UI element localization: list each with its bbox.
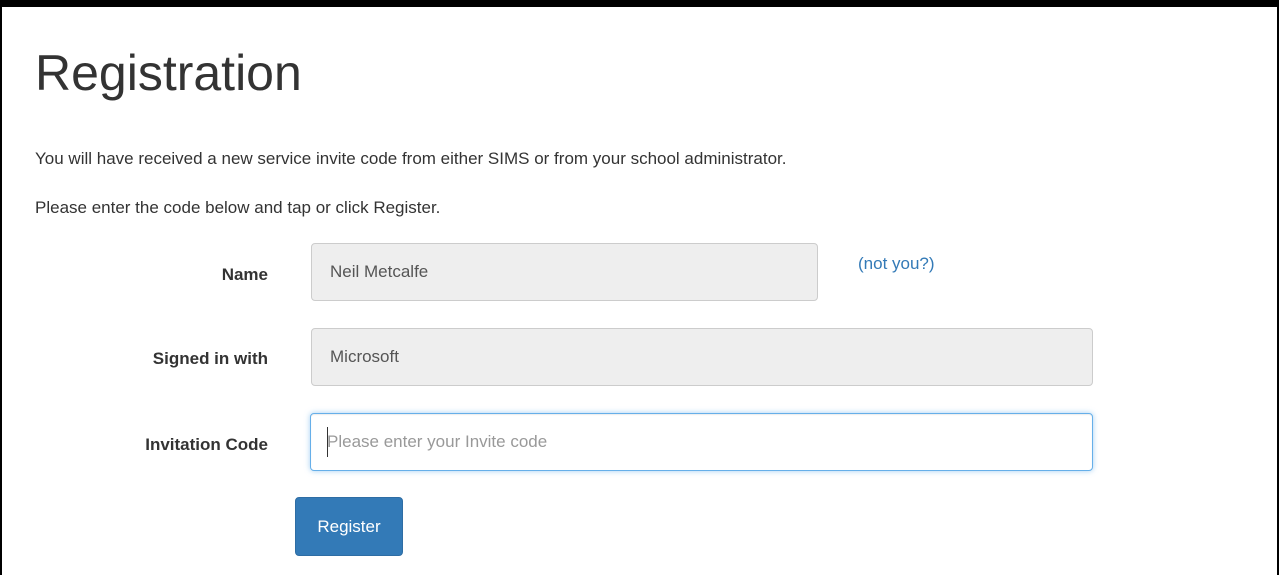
invitation-code-input[interactable] bbox=[310, 413, 1093, 471]
invitation-code-label: Invitation Code bbox=[145, 435, 268, 454]
signed-in-with-field: Microsoft bbox=[311, 328, 1093, 386]
register-button[interactable]: Register bbox=[295, 497, 403, 556]
name-label: Name bbox=[221, 265, 268, 284]
not-you-link[interactable]: (not you?) bbox=[858, 254, 935, 274]
intro-text-invite: You will have received a new service inv… bbox=[35, 149, 787, 168]
name-field: Neil Metcalfe bbox=[311, 243, 818, 301]
registration-page: Registration You will have received a ne… bbox=[0, 0, 1279, 575]
intro-text-instructions: Please enter the code below and tap or c… bbox=[35, 198, 441, 217]
signed-in-with-label: Signed in with bbox=[152, 349, 268, 368]
text-cursor bbox=[327, 427, 328, 457]
page-title: Registration bbox=[35, 45, 302, 101]
